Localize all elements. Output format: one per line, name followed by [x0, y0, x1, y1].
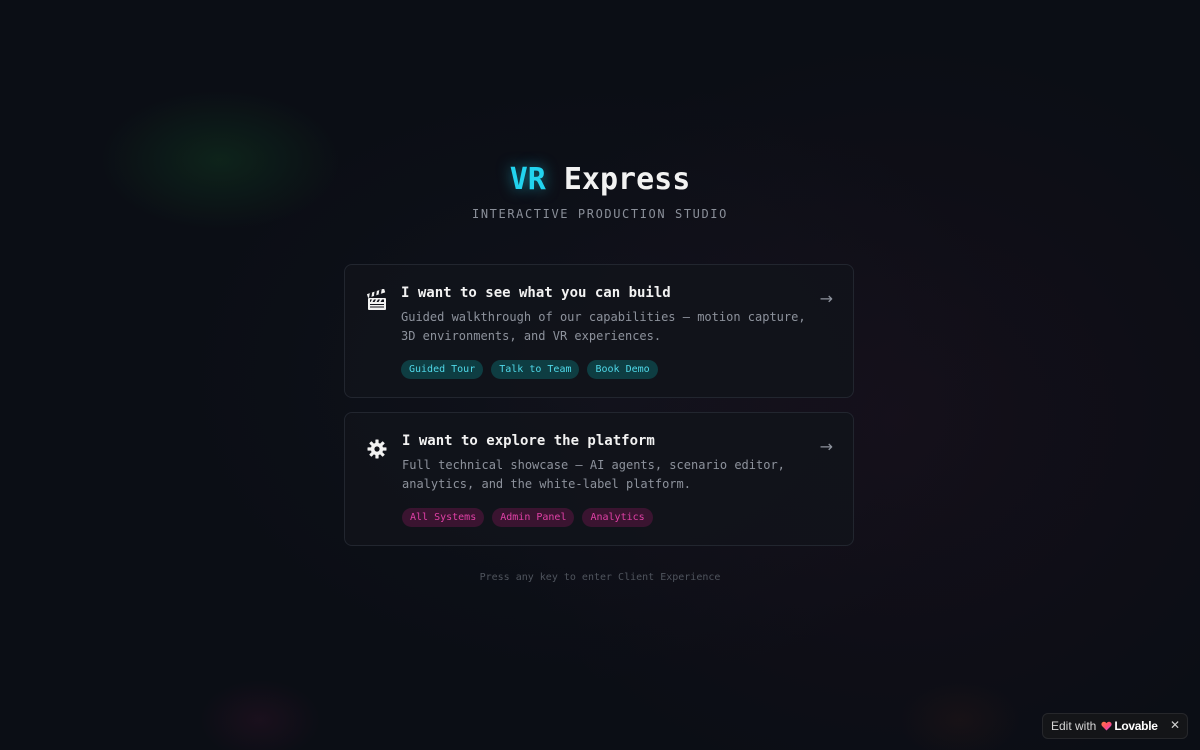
page-subtitle: INTERACTIVE PRODUCTION STUDIO [472, 207, 728, 221]
title-accent: VR [509, 162, 546, 197]
close-icon[interactable]: ✕ [1170, 718, 1180, 732]
keypress-hint: Press any key to enter Client Experience [479, 572, 721, 583]
lovable-brand: Lovable [1114, 719, 1158, 733]
gear-icon [365, 437, 389, 461]
card-description: Guided walkthrough of our capabilities —… [401, 310, 806, 343]
tag-admin-panel: Admin Panel [492, 508, 575, 527]
tag-all-systems: All Systems [402, 508, 485, 527]
edit-with-lovable-badge[interactable]: Edit with Lovable ✕ [1042, 713, 1188, 739]
tag-book-demo: Book Demo [587, 360, 658, 379]
card-tags: Guided Tour Talk to Team Book Demo [401, 360, 658, 379]
see-what-you-can-build-card[interactable]: I want to see what you can build Guided … [344, 264, 854, 398]
card-title: I want to see what you can build [401, 285, 671, 301]
clapper-board-icon [365, 289, 389, 313]
landing-screen: VR Express INTERACTIVE PRODUCTION STUDIO [0, 0, 1200, 750]
arrow-right-icon: → [819, 289, 833, 308]
lovable-heart-icon [1101, 721, 1112, 731]
card-tags: All Systems Admin Panel Analytics [402, 508, 653, 527]
tag-guided-tour: Guided Tour [401, 360, 484, 379]
tag-talk-to-team: Talk to Team [491, 360, 580, 379]
title-rest: Express [545, 162, 691, 197]
page-title: VR Express [0, 160, 1200, 200]
arrow-right-icon: → [819, 437, 833, 456]
tag-analytics: Analytics [582, 508, 653, 527]
edit-with-label: Edit with [1051, 719, 1097, 733]
card-description: Full technical showcase — AI agents, sce… [402, 458, 785, 491]
card-title: I want to explore the platform [402, 433, 655, 449]
explore-platform-card[interactable]: I want to explore the platform Full tech… [344, 412, 854, 546]
